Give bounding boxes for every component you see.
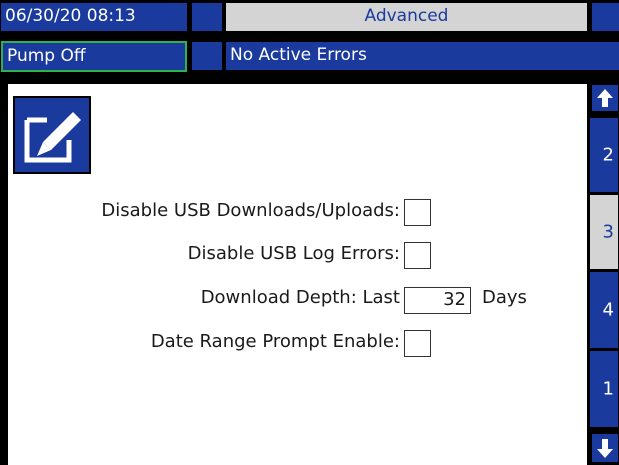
scroll-down-button[interactable] — [591, 433, 619, 463]
tab-2[interactable]: 2 — [589, 117, 619, 193]
tab-label: 2 — [602, 144, 614, 166]
header-indicator-2 — [592, 3, 619, 31]
usb-downloads-label: Disable USB Downloads/Uploads: — [101, 200, 400, 221]
mode-display[interactable]: Advanced — [226, 3, 587, 31]
error-status: No Active Errors — [226, 42, 619, 70]
usb-downloads-checkbox[interactable] — [404, 199, 431, 226]
settings-panel — [8, 84, 587, 465]
arrow-down-icon — [597, 439, 613, 458]
usb-log-errors-label: Disable USB Log Errors: — [187, 243, 400, 264]
datetime-display: 06/30/20 08:13 — [1, 3, 187, 31]
download-depth-input[interactable]: 32 — [404, 287, 471, 314]
edit-button[interactable] — [13, 96, 91, 174]
tab-label: 3 — [602, 221, 614, 243]
pump-status: Pump Off — [1, 41, 187, 72]
tab-4[interactable]: 4 — [589, 271, 619, 349]
tab-3[interactable]: 3 — [589, 194, 619, 270]
header-indicator-1 — [192, 3, 222, 31]
scroll-up-button[interactable] — [591, 84, 619, 112]
tab-label: 1 — [602, 378, 614, 400]
download-depth-label: Download Depth: Last — [200, 287, 400, 308]
usb-log-errors-checkbox[interactable] — [404, 242, 431, 269]
date-range-prompt-checkbox[interactable] — [404, 330, 431, 357]
date-range-prompt-label: Date Range Prompt Enable: — [150, 331, 400, 352]
edit-icon — [24, 112, 81, 163]
header-indicator-3 — [192, 42, 222, 70]
tab-label: 4 — [602, 299, 614, 321]
arrow-up-icon — [597, 89, 613, 107]
tab-1[interactable]: 1 — [589, 350, 619, 428]
download-depth-unit: Days — [482, 287, 527, 308]
